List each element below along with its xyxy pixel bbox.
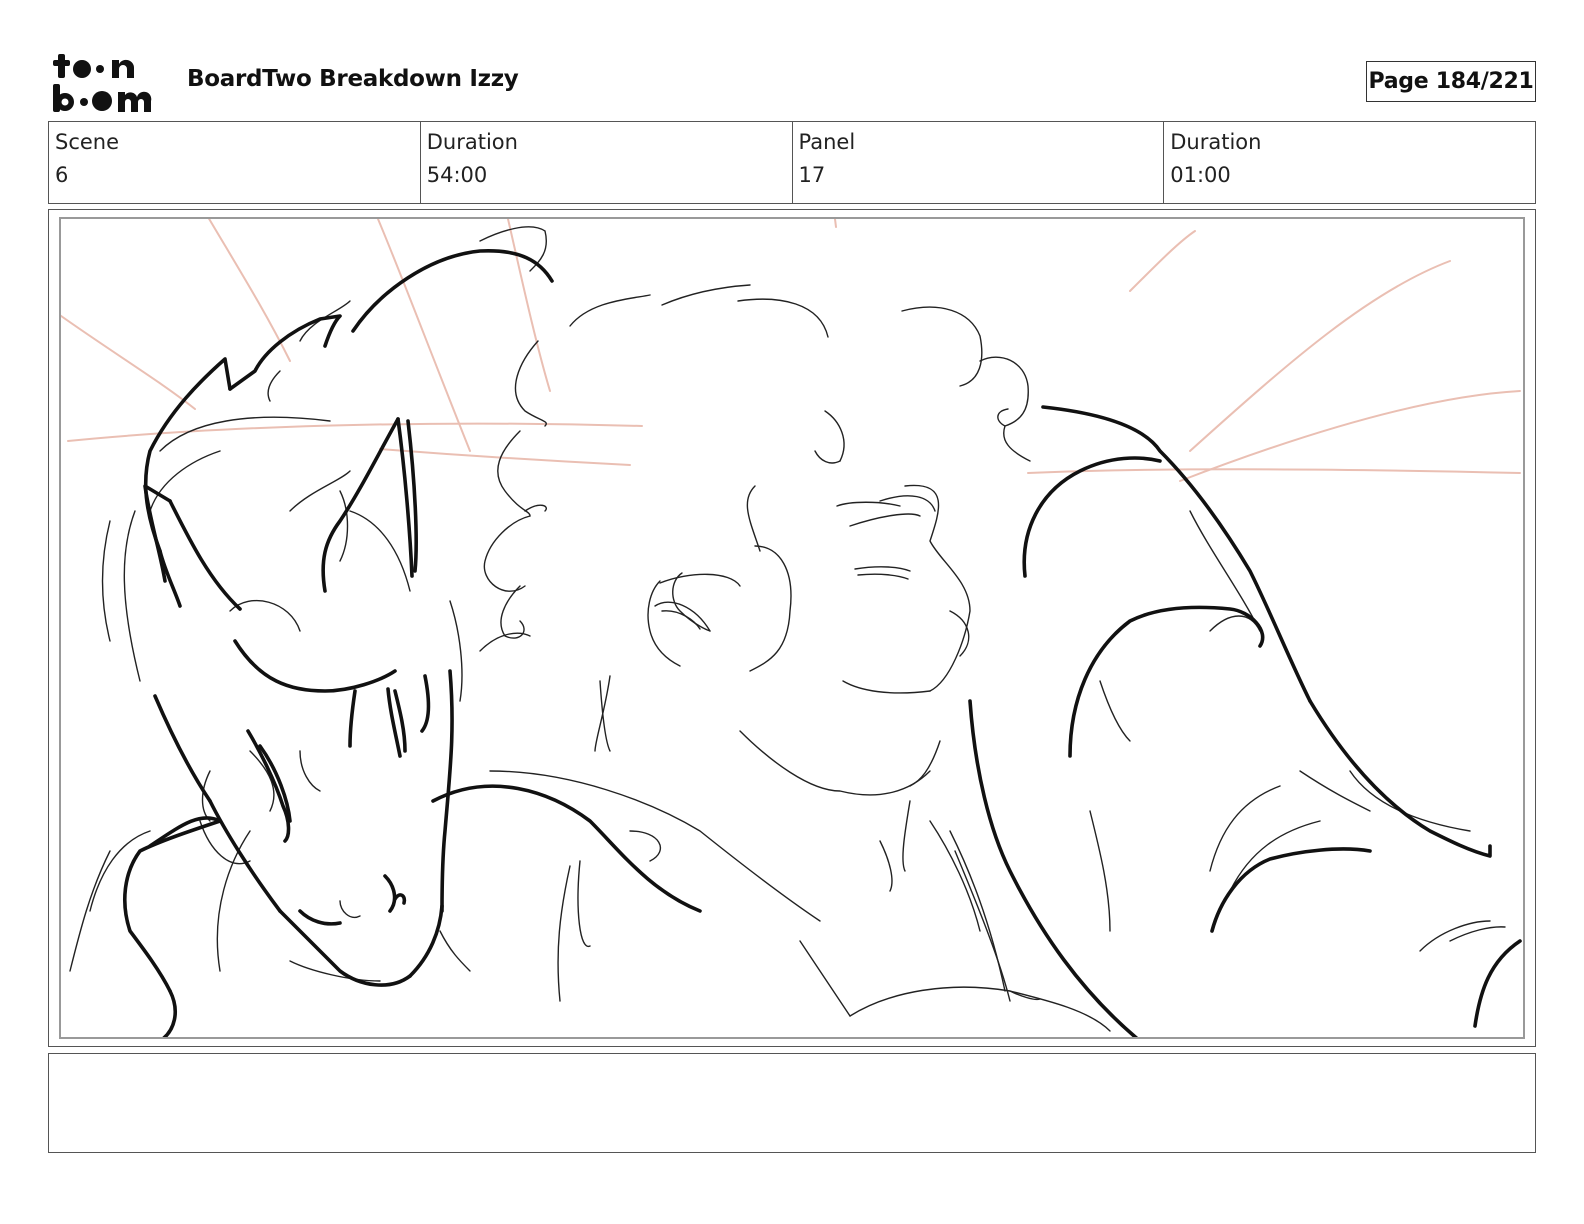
storyboard-drawing-area (59, 217, 1525, 1039)
panel-cell: Panel 17 (793, 122, 1165, 203)
scene-duration-cell: Duration 54:00 (421, 122, 793, 203)
scene-duration-label: Duration (426, 130, 518, 154)
page-indicator: Page 184/221 (1366, 61, 1536, 102)
scene-value: 6 (55, 163, 69, 187)
panel-duration-cell: Duration 01:00 (1164, 122, 1535, 203)
scene-cell: Scene 6 (49, 122, 421, 203)
panel-info-table: Scene 6 Duration 54:00 Panel 17 Duration… (48, 121, 1536, 204)
panel-notes-box (48, 1053, 1536, 1153)
document-title: BoardTwo Breakdown Izzy (187, 66, 519, 92)
sketch-drawing (61, 219, 1522, 1037)
panel-value: 17 (798, 163, 826, 187)
panel-duration-label: Duration (1170, 130, 1262, 154)
toon-boom-logo (50, 50, 165, 114)
scene-duration-value: 54:00 (426, 163, 488, 187)
panel-duration-value: 01:00 (1170, 163, 1231, 187)
storyboard-panel-frame (48, 209, 1536, 1047)
scene-label: Scene (55, 130, 120, 154)
perspective-guides (61, 219, 1521, 482)
panel-label: Panel (798, 130, 856, 154)
sketch-rough-lines (69, 226, 1506, 1032)
